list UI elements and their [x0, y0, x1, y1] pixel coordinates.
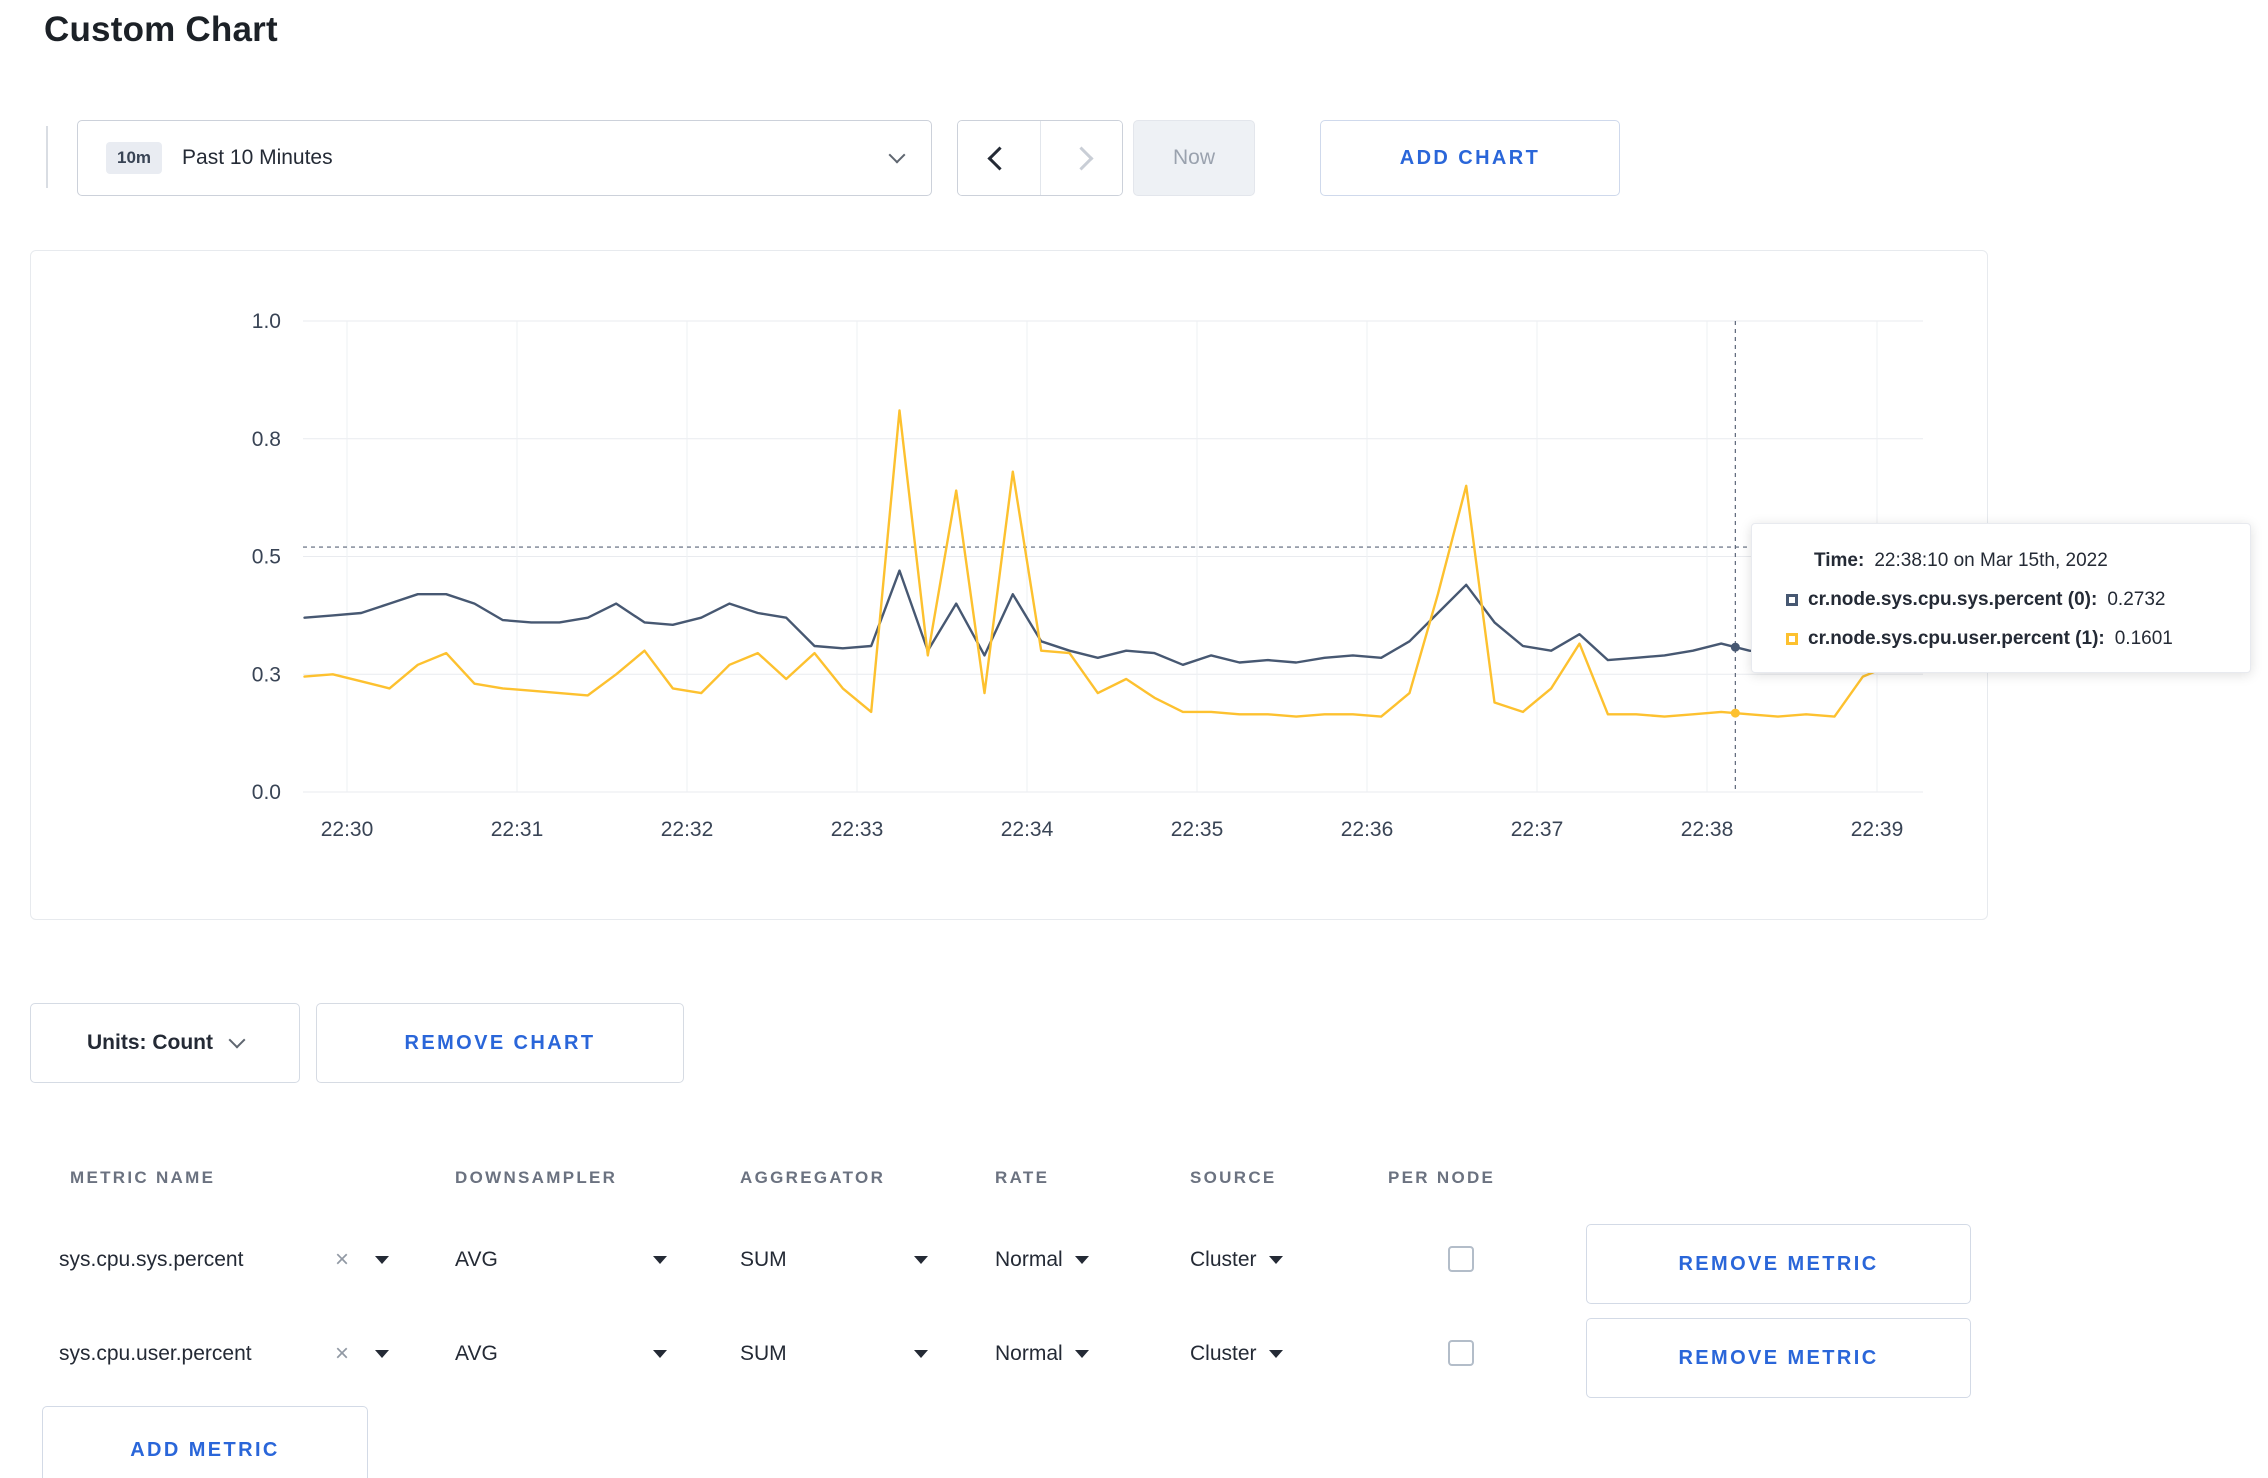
- source-value: Cluster: [1190, 1248, 1257, 1271]
- aggregator-value: SUM: [740, 1248, 787, 1271]
- downsampler-value: AVG: [455, 1342, 498, 1365]
- col-header-metric-name: METRIC NAME: [70, 1168, 216, 1187]
- metrics-chart-svg[interactable]: 0.0 0.3 0.5 0.8 1.0 22:30 22:31 22:32 22:33 22:34…: [31, 251, 1989, 921]
- caret-down-icon: [375, 1256, 389, 1264]
- col-header-aggregator: AGGREGATOR: [740, 1168, 886, 1187]
- units-label: Units: Count: [87, 1031, 213, 1054]
- source-value: Cluster: [1190, 1342, 1257, 1365]
- remove-metric-button[interactable]: REMOVE METRIC: [1586, 1318, 1971, 1398]
- svg-text:22:33: 22:33: [831, 818, 884, 841]
- col-header-source: SOURCE: [1190, 1168, 1277, 1187]
- series-swatch-icon: [1786, 633, 1798, 645]
- rate-value: Normal: [995, 1342, 1063, 1365]
- chart-tooltip: Time: 22:38:10 on Mar 15th, 2022 cr.node…: [1751, 523, 2251, 673]
- col-header-downsampler: DOWNSAMPLER: [455, 1168, 618, 1187]
- col-header-rate: RATE: [995, 1168, 1050, 1187]
- downsampler-select[interactable]: AVG: [455, 1342, 667, 1366]
- caret-down-icon: [653, 1256, 667, 1264]
- toolbar-left-divider: [46, 126, 48, 188]
- caret-down-icon: [914, 1350, 928, 1358]
- time-nav-group: [957, 120, 1123, 196]
- svg-text:0.0: 0.0: [252, 781, 281, 804]
- time-range-badge: 10m: [106, 142, 163, 174]
- caret-down-icon: [1074, 1350, 1089, 1358]
- svg-text:22:35: 22:35: [1171, 818, 1224, 841]
- units-select[interactable]: Units: Count: [30, 1003, 300, 1083]
- remove-chart-button[interactable]: REMOVE CHART: [316, 1003, 684, 1083]
- remove-metric-button[interactable]: REMOVE METRIC: [1586, 1224, 1971, 1304]
- aggregator-select[interactable]: SUM: [740, 1248, 928, 1272]
- tooltip-series-label: cr.node.sys.cpu.sys.percent (0):: [1808, 589, 2098, 610]
- tooltip-time-value: 22:38:10 on Mar 15th, 2022: [1874, 550, 2108, 571]
- tooltip-time-label: Time:: [1814, 550, 1865, 571]
- metric-name-select[interactable]: sys.cpu.sys.percent ×: [59, 1248, 389, 1272]
- chevron-right-icon: [1069, 145, 1094, 171]
- downsampler-value: AVG: [455, 1248, 498, 1271]
- clear-metric-icon[interactable]: ×: [335, 1342, 349, 1366]
- chevron-down-icon: [228, 1031, 246, 1049]
- rate-select[interactable]: Normal: [995, 1248, 1089, 1272]
- time-range-label: Past 10 Minutes: [182, 146, 333, 169]
- metric-name-select[interactable]: sys.cpu.user.percent ×: [59, 1342, 389, 1366]
- page-title: Custom Chart: [44, 10, 278, 49]
- svg-text:0.8: 0.8: [252, 428, 281, 451]
- now-button[interactable]: Now: [1133, 120, 1255, 196]
- svg-text:1.0: 1.0: [252, 310, 281, 333]
- rate-value: Normal: [995, 1248, 1063, 1271]
- tooltip-series-row: cr.node.sys.cpu.user.percent (1): 0.1601: [1786, 628, 2224, 650]
- next-time-button[interactable]: [1040, 121, 1122, 195]
- caret-down-icon: [653, 1350, 667, 1358]
- aggregator-value: SUM: [740, 1342, 787, 1365]
- svg-text:0.3: 0.3: [252, 663, 281, 686]
- caret-down-icon: [1268, 1350, 1283, 1358]
- tooltip-series-value: 0.1601: [2114, 628, 2173, 649]
- tooltip-time-row: Time: 22:38:10 on Mar 15th, 2022: [1814, 550, 2224, 572]
- downsampler-select[interactable]: AVG: [455, 1248, 667, 1272]
- chart-card: 0.0 0.3 0.5 0.8 1.0 22:30 22:31 22:32 22:33 22:34…: [30, 250, 2251, 921]
- metric-name-value: sys.cpu.user.percent: [59, 1342, 252, 1365]
- chevron-down-icon: [888, 146, 906, 164]
- series-swatch-icon: [1786, 594, 1798, 606]
- prev-time-button[interactable]: [958, 121, 1040, 195]
- per-node-checkbox[interactable]: [1448, 1340, 1474, 1366]
- svg-text:22:32: 22:32: [661, 818, 714, 841]
- caret-down-icon: [375, 1350, 389, 1358]
- svg-text:22:34: 22:34: [1001, 818, 1054, 841]
- chevron-left-icon: [986, 145, 1012, 171]
- svg-text:22:37: 22:37: [1511, 818, 1564, 841]
- svg-text:0.5: 0.5: [252, 546, 281, 569]
- source-select[interactable]: Cluster: [1190, 1248, 1283, 1272]
- per-node-checkbox[interactable]: [1448, 1246, 1474, 1272]
- aggregator-select[interactable]: SUM: [740, 1342, 928, 1366]
- source-select[interactable]: Cluster: [1190, 1342, 1283, 1366]
- caret-down-icon: [1074, 1256, 1089, 1264]
- svg-text:22:30: 22:30: [321, 818, 374, 841]
- tooltip-series-value: 0.2732: [2107, 589, 2166, 610]
- time-range-select[interactable]: 10m Past 10 Minutes: [77, 120, 932, 196]
- svg-text:22:31: 22:31: [491, 818, 544, 841]
- add-chart-button[interactable]: ADD CHART: [1320, 120, 1620, 196]
- add-metric-button[interactable]: ADD METRIC: [42, 1406, 368, 1478]
- caret-down-icon: [914, 1256, 928, 1264]
- tooltip-series-row: cr.node.sys.cpu.sys.percent (0): 0.2732: [1786, 589, 2224, 611]
- caret-down-icon: [1268, 1256, 1283, 1264]
- col-header-per-node: PER NODE: [1388, 1168, 1496, 1187]
- rate-select[interactable]: Normal: [995, 1342, 1089, 1366]
- tooltip-series-label: cr.node.sys.cpu.user.percent (1):: [1808, 628, 2105, 649]
- svg-text:22:36: 22:36: [1341, 818, 1394, 841]
- clear-metric-icon[interactable]: ×: [335, 1248, 349, 1272]
- metric-name-value: sys.cpu.sys.percent: [59, 1248, 244, 1271]
- svg-text:22:39: 22:39: [1851, 818, 1904, 841]
- svg-text:22:38: 22:38: [1681, 818, 1734, 841]
